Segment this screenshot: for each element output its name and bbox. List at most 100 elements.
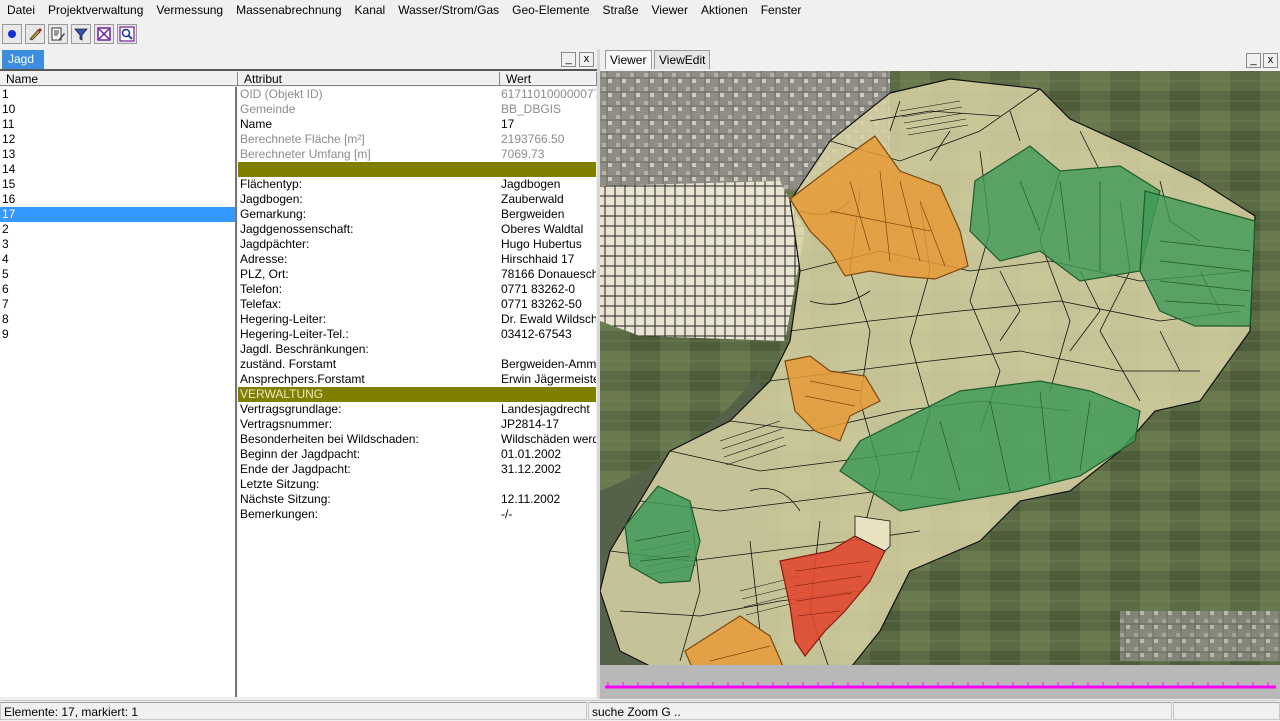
list-item[interactable]: 7	[0, 297, 235, 312]
attribute-row[interactable]: Nächste Sitzung: 12.11.2002	[238, 492, 596, 507]
attribute-row[interactable]: Ansprechpers.Forstamt Erwin Jägermeister	[238, 372, 596, 387]
attribute-row[interactable]: Hegering-Leiter-Tel.: 03412-67543	[238, 327, 596, 342]
attribute-row[interactable]: Jagdbogen: Zauberwald	[238, 192, 596, 207]
menu-projektverwaltung[interactable]: Projektverwaltung	[41, 0, 149, 20]
viewer-close-button[interactable]: x	[1263, 53, 1278, 68]
attribute-row[interactable]: Gemeinde BB_DBGIS	[238, 102, 596, 117]
attribute-value[interactable]: -/-	[501, 507, 596, 522]
attribute-value[interactable]: Hirschhaid 17	[501, 252, 596, 267]
zoom-search-button[interactable]	[117, 24, 137, 44]
menu-geo-elemente[interactable]: Geo-Elemente	[505, 0, 595, 20]
attribute-row[interactable]: Telefax: 0771 83262-50	[238, 297, 596, 312]
attribute-row[interactable]: Berechneter Umfang [m] 7069.73	[238, 147, 596, 162]
tab-jagd[interactable]: Jagd	[2, 50, 44, 69]
attribute-value[interactable]: 01.01.2002	[501, 447, 596, 462]
attribute-row[interactable]: zuständ. Forstamt Bergweiden-Amme	[238, 357, 596, 372]
attribute-value[interactable]: Bergweiden	[501, 207, 596, 222]
viewer-minimize-button[interactable]: _	[1246, 53, 1261, 68]
attribute-value[interactable]: Hugo Hubertus	[501, 237, 596, 252]
attribute-row[interactable]: Telefon: 0771 83262-0	[238, 282, 596, 297]
map-canvas[interactable]	[600, 71, 1280, 699]
attribute-value[interactable]: Landesjagdrecht	[501, 402, 596, 417]
attribute-row[interactable]: Jagdgenossenschaft: Oberes Waldtal	[238, 222, 596, 237]
attribute-row[interactable]: PLZ, Ort: 78166 Donaueschingen	[238, 267, 596, 282]
map-select-button[interactable]	[94, 24, 114, 44]
menu-kanal[interactable]: Kanal	[348, 0, 392, 20]
column-header-attribut[interactable]: Attribut	[238, 72, 500, 86]
menu-massenabrechnung[interactable]: Massenabrechnung	[229, 0, 347, 20]
attribute-row[interactable]: Bemerkungen: -/-	[238, 507, 596, 522]
attribute-row[interactable]: Jagdl. Beschränkungen:	[238, 342, 596, 357]
attribute-row[interactable]: OID (Objekt ID) 617110100000077	[238, 87, 596, 102]
list-item[interactable]: 17	[0, 207, 235, 222]
list-item[interactable]: 12	[0, 132, 235, 147]
attribute-row[interactable]: Jagdpächter: Hugo Hubertus	[238, 237, 596, 252]
tab-viewer[interactable]: Viewer	[605, 50, 652, 69]
menu-aktionen[interactable]: Aktionen	[694, 0, 754, 20]
attribute-section-row[interactable]	[238, 162, 596, 177]
attribute-row[interactable]: Beginn der Jagdpacht: 01.01.2002	[238, 447, 596, 462]
attribute-value[interactable]: Jagdbogen	[501, 177, 596, 192]
close-button[interactable]: x	[579, 52, 594, 67]
list-item[interactable]: 9	[0, 327, 235, 342]
list-item[interactable]: 11	[0, 117, 235, 132]
column-header-wert[interactable]: Wert	[500, 72, 597, 86]
list-item[interactable]: 1	[0, 87, 235, 102]
attribute-value[interactable]: 78166 Donaueschingen	[501, 267, 596, 282]
attribute-row[interactable]: Ende der Jagdpacht: 31.12.2002	[238, 462, 596, 477]
attribute-value[interactable]: Dr. Ewald Wildschütz	[501, 312, 596, 327]
column-header-name[interactable]: Name	[0, 72, 238, 86]
attribute-value[interactable]: Bergweiden-Amme	[501, 357, 596, 372]
attribute-value[interactable]: BB_DBGIS	[501, 102, 596, 117]
list-item[interactable]: 14	[0, 162, 235, 177]
attribute-value[interactable]: Zauberwald	[501, 192, 596, 207]
attribute-value[interactable]: 17	[501, 117, 596, 132]
menu-viewer[interactable]: Viewer	[645, 0, 694, 20]
menu-datei[interactable]: Datei	[0, 0, 41, 20]
attribute-value[interactable]: Erwin Jägermeister	[501, 372, 596, 387]
list-item[interactable]: 2	[0, 222, 235, 237]
attribute-value[interactable]: 617110100000077	[501, 87, 596, 102]
attribute-value[interactable]: 0771 83262-0	[501, 282, 596, 297]
attribute-value[interactable]: 7069.73	[501, 147, 596, 162]
menu-fenster[interactable]: Fenster	[754, 0, 808, 20]
attribute-section-row[interactable]: VERWALTUNG	[238, 387, 596, 402]
minimize-button[interactable]: _	[561, 52, 576, 67]
menu-wasser-strom-gas[interactable]: Wasser/Strom/Gas	[391, 0, 505, 20]
menu-straße[interactable]: Straße	[596, 0, 645, 20]
list-item[interactable]: 13	[0, 147, 235, 162]
attribute-row[interactable]: Vertragsgrundlage: Landesjagdrecht	[238, 402, 596, 417]
attribute-row[interactable]: Berechnete Fläche [m²] 2193766.50	[238, 132, 596, 147]
attribute-row[interactable]: Besonderheiten bei Wildschaden: Wildschäd…	[238, 432, 596, 447]
attribute-row[interactable]: Letzte Sitzung:	[238, 477, 596, 492]
pencil-button[interactable]	[25, 24, 45, 44]
attribute-value[interactable]: 31.12.2002	[501, 462, 596, 477]
document-edit-button[interactable]	[48, 24, 68, 44]
list-item[interactable]: 16	[0, 192, 235, 207]
attribute-value[interactable]: 03412-67543	[501, 327, 596, 342]
attribute-value[interactable]: JP2814-17	[501, 417, 596, 432]
list-item[interactable]: 10	[0, 102, 235, 117]
attribute-value[interactable]: 2193766.50	[501, 132, 596, 147]
attribute-row[interactable]: Flächentyp: Jagdbogen	[238, 177, 596, 192]
list-item[interactable]: 8	[0, 312, 235, 327]
attribute-row[interactable]: Gemarkung: Bergweiden	[238, 207, 596, 222]
list-item[interactable]: 6	[0, 282, 235, 297]
list-item[interactable]: 4	[0, 252, 235, 267]
attribute-row[interactable]: Adresse: Hirschhaid 17	[238, 252, 596, 267]
attribute-row[interactable]: Name 17	[238, 117, 596, 132]
map-viewer[interactable]	[600, 71, 1280, 699]
attribute-value[interactable]: 12.11.2002	[501, 492, 596, 507]
list-item[interactable]: 3	[0, 237, 235, 252]
list-item[interactable]: 15	[0, 177, 235, 192]
menu-vermessung[interactable]: Vermessung	[149, 0, 229, 20]
tab-viewedit[interactable]: ViewEdit	[654, 50, 710, 69]
attribute-row[interactable]: Vertragsnummer: JP2814-17	[238, 417, 596, 432]
attribute-row[interactable]: Hegering-Leiter: Dr. Ewald Wildschütz	[238, 312, 596, 327]
list-item[interactable]: 5	[0, 267, 235, 282]
attribute-value[interactable]: 0771 83262-50	[501, 297, 596, 312]
attribute-value[interactable]: Wildschäden werden	[501, 432, 596, 447]
attribute-value[interactable]: Oberes Waldtal	[501, 222, 596, 237]
filter-button[interactable]	[71, 24, 91, 44]
record-button[interactable]	[2, 24, 22, 44]
